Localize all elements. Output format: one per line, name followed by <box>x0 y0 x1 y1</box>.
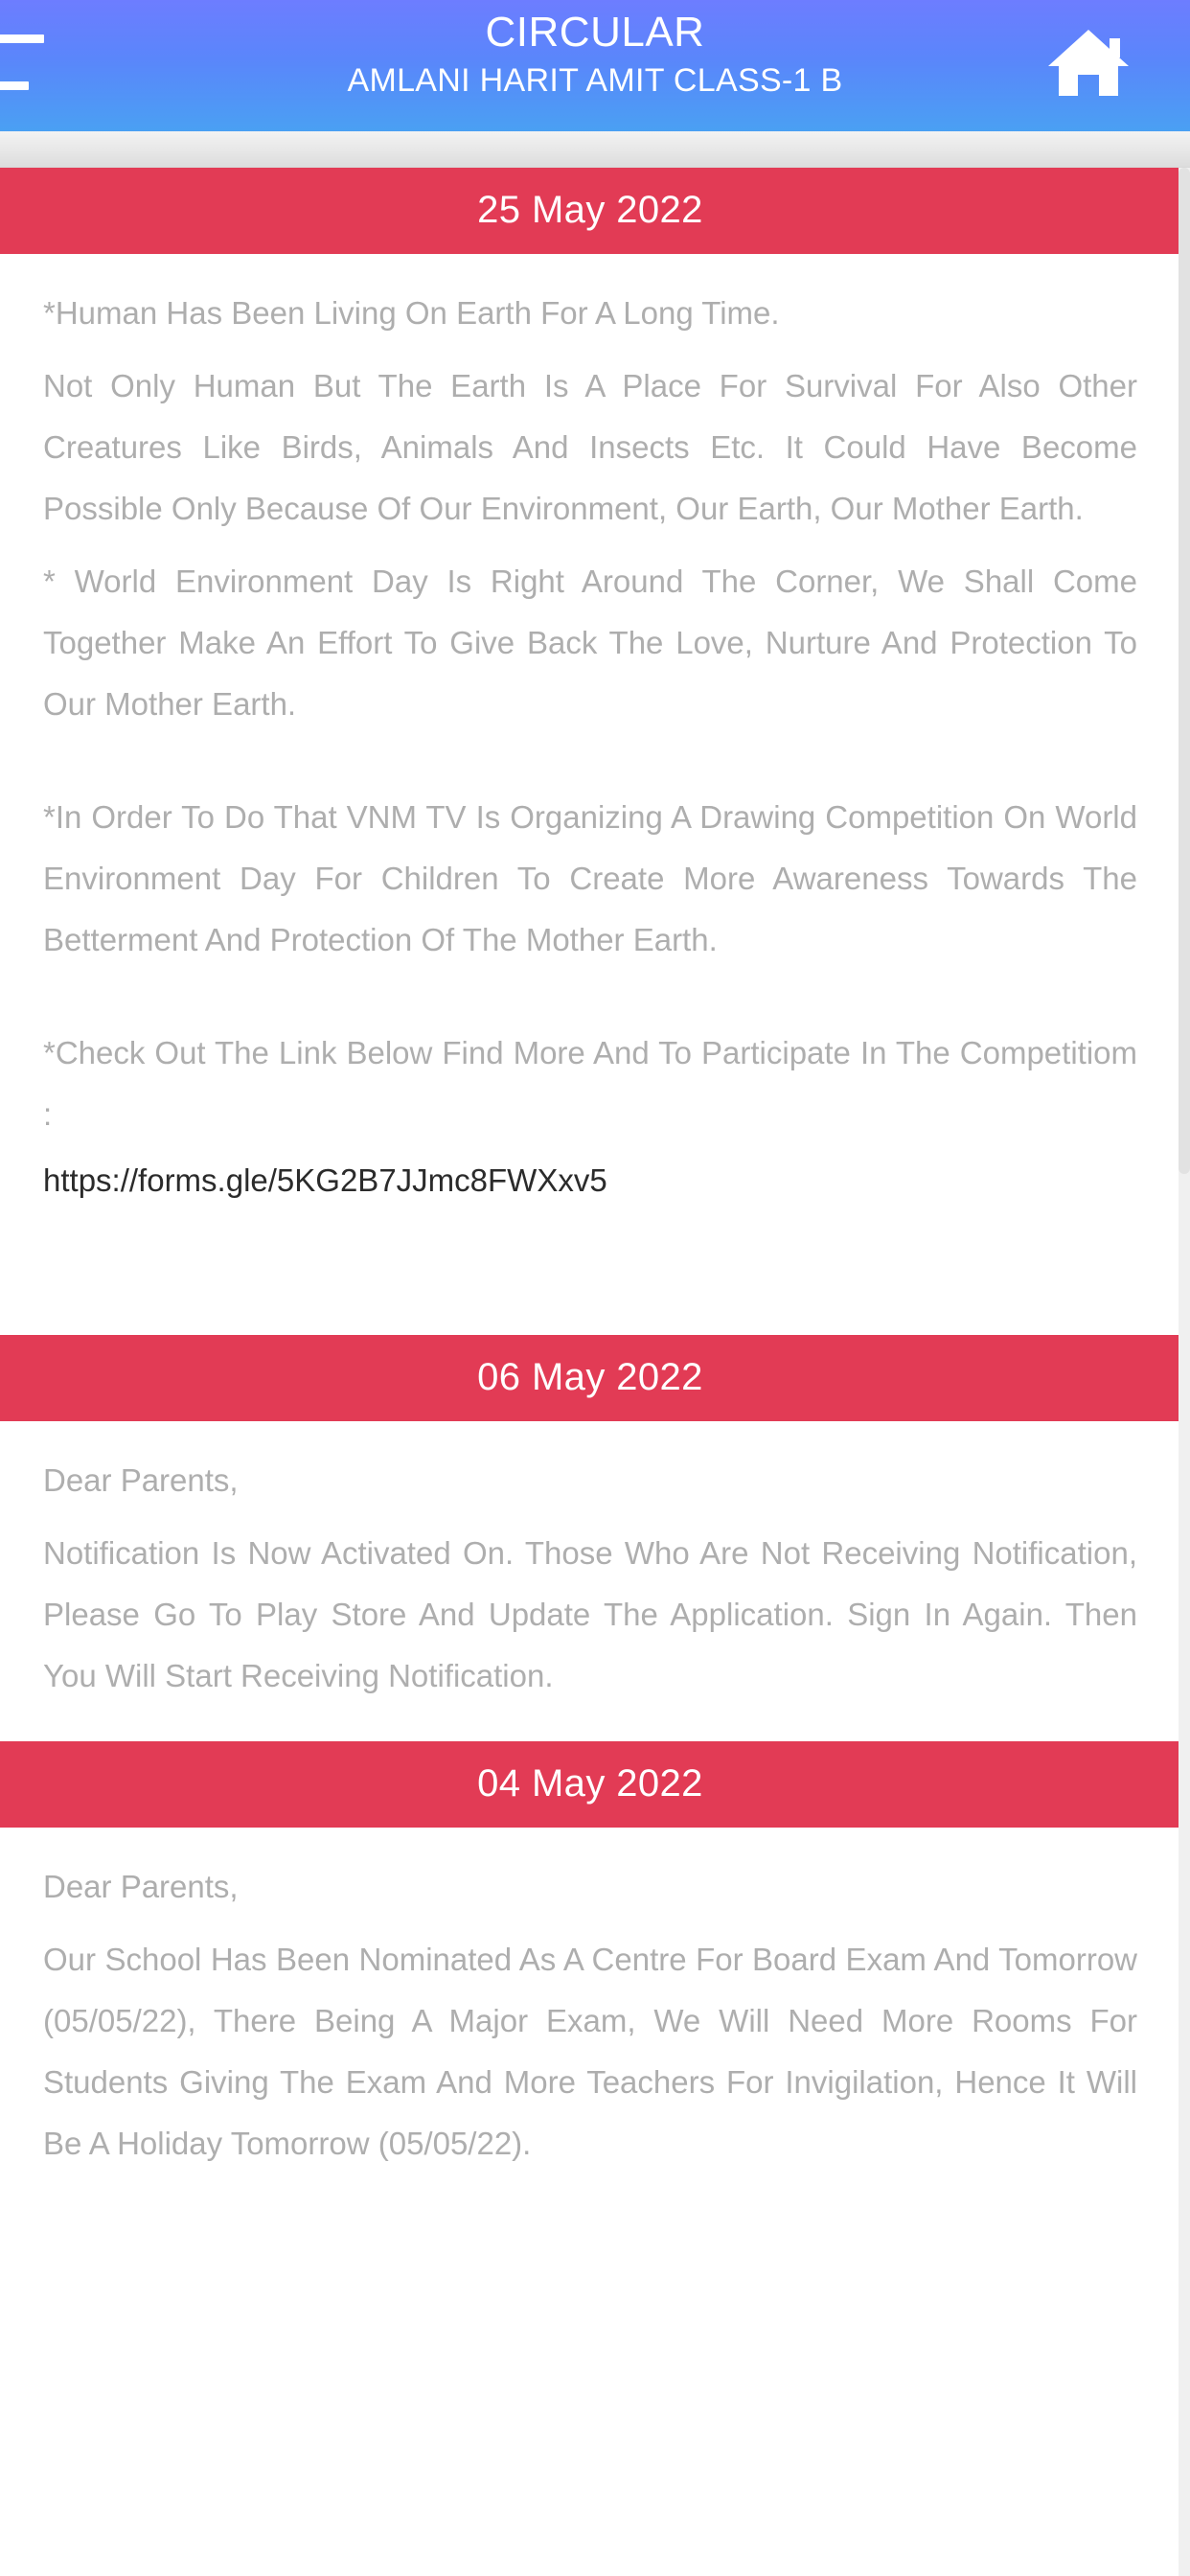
circular-entry: 06 May 2022 Dear Parents, Notification I… <box>0 1335 1180 1741</box>
circular-link[interactable]: https://forms.gle/5KG2B7JJmc8FWXxv5 <box>43 1157 1137 1205</box>
circular-paragraph: *Check Out The Link Below Find More And … <box>43 1035 1137 1132</box>
scrollbar-track[interactable] <box>1179 168 1190 2576</box>
circular-paragraph: *Human Has Been Living On Earth For A Lo… <box>43 295 780 331</box>
app-bar: CIRCULAR AMLANI HARIT AMIT CLASS-1 B <box>0 0 1190 131</box>
circular-date-banner: 04 May 2022 <box>0 1741 1180 1828</box>
circular-paragraph: Dear Parents, <box>43 1869 239 1904</box>
circular-body: Dear Parents, Our School Has Been Nomina… <box>0 1828 1180 2174</box>
circular-paragraph: *In Order To Do That VNM TV Is Organizin… <box>43 799 1137 957</box>
circular-paragraph: Notification Is Now Activated On. Those … <box>43 1535 1137 1693</box>
entry-bottom-spacer <box>43 1205 1137 1335</box>
circular-paragraph: Not Only Human But The Earth Is A Place … <box>43 368 1137 526</box>
scrollbar-thumb[interactable] <box>1179 168 1190 1174</box>
appbar-shadow-strip <box>0 131 1190 168</box>
circular-entry: 25 May 2022 *Human Has Been Living On Ea… <box>0 168 1180 1335</box>
circular-body: *Human Has Been Living On Earth For A Lo… <box>0 254 1180 1335</box>
circular-date-banner: 25 May 2022 <box>0 168 1180 254</box>
home-icon[interactable] <box>1047 27 1130 100</box>
circular-list[interactable]: 25 May 2022 *Human Has Been Living On Ea… <box>0 168 1190 2576</box>
circular-body: Dear Parents, Notification Is Now Activa… <box>0 1421 1180 1741</box>
circular-paragraph: Dear Parents, <box>43 1462 239 1498</box>
page-title: CIRCULAR <box>485 9 705 56</box>
circular-entry: 04 May 2022 Dear Parents, Our School Has… <box>0 1741 1180 2174</box>
circular-date-banner: 06 May 2022 <box>0 1335 1180 1421</box>
entry-bottom-spacer <box>43 1707 1137 1741</box>
app-bar-titles: CIRCULAR AMLANI HARIT AMIT CLASS-1 B <box>0 8 1190 102</box>
circular-paragraph: Our School Has Been Nominated As A Centr… <box>43 1942 1137 2161</box>
page-subtitle: AMLANI HARIT AMIT CLASS-1 B <box>347 62 843 99</box>
circular-paragraph: * World Environment Day Is Right Around … <box>43 564 1137 722</box>
